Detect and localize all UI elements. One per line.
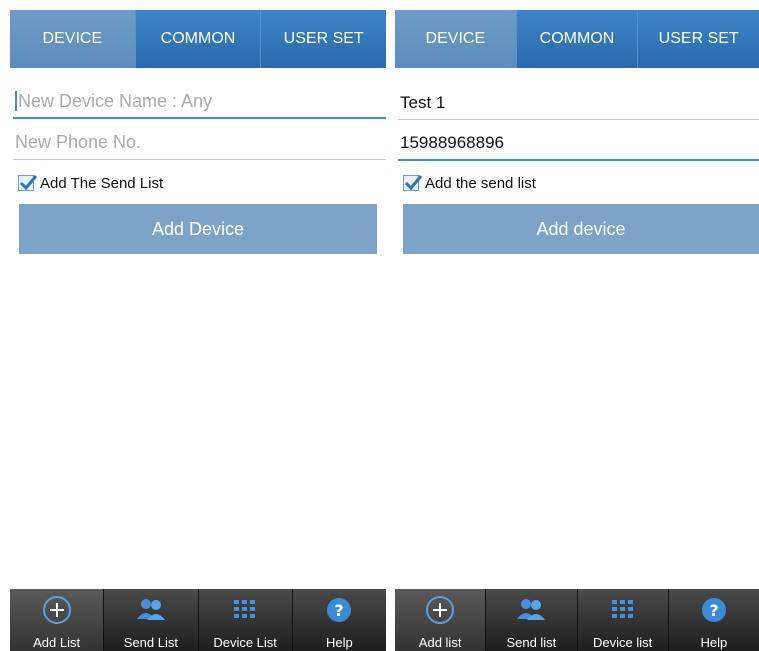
add-send-list-checkbox[interactable] (18, 175, 38, 191)
add-send-list-row[interactable]: Add The Send List (18, 171, 163, 195)
help-icon: ? (701, 595, 727, 625)
tab-device[interactable]: DEVICE (10, 10, 136, 68)
right-screen: DEVICE COMMON USER SET Test 1 1598896889… (395, 0, 759, 651)
nav-help[interactable]: ? Help (669, 589, 759, 651)
tab-user-set[interactable]: USER SET (261, 10, 386, 68)
add-device-label: Add device (536, 218, 626, 239)
device-name-placeholder: New Device Name : Any (18, 90, 213, 111)
device-name-value: Test 1 (400, 92, 446, 112)
plus-circle-icon (424, 595, 456, 625)
add-device-button[interactable]: Add device (403, 204, 759, 254)
tab-common[interactable]: COMMON (135, 10, 262, 68)
nav-add-list[interactable]: Add list (395, 589, 487, 651)
nav-help-label: Help (700, 635, 728, 650)
tab-bar: DEVICE COMMON USER SET (10, 10, 386, 68)
people-icon (135, 595, 167, 625)
tab-device[interactable]: DEVICE (395, 10, 517, 68)
tab-user-set[interactable]: USER SET (638, 10, 759, 68)
phone-number-input[interactable]: New Phone No. (13, 126, 386, 160)
plus-circle-icon (41, 595, 73, 625)
nav-send-list-label: Send list (506, 635, 557, 650)
phone-number-input[interactable]: 15988968896 (398, 127, 759, 161)
add-send-list-checkbox[interactable] (403, 175, 423, 191)
device-name-input[interactable]: Test 1 (398, 86, 759, 120)
nav-send-list-label: Send List (123, 635, 178, 650)
phone-number-value: 15988968896 (400, 133, 505, 152)
check-icon (404, 175, 423, 191)
svg-text:?: ? (709, 601, 718, 620)
grid-icon (233, 595, 257, 625)
bottom-nav: Add list Send list Device list ? Help (395, 589, 759, 651)
bottom-nav: Add List Send List Device List ? Help (10, 589, 386, 651)
add-device-label: Add Device (151, 218, 245, 239)
nav-add-list[interactable]: Add List (10, 589, 105, 651)
phone-number-placeholder: New Phone No. (15, 132, 142, 152)
add-send-list-row[interactable]: Add the send list (403, 171, 536, 195)
device-name-input[interactable]: New Device Name : Any (13, 85, 386, 119)
nav-device-list[interactable]: Device list (578, 589, 669, 651)
add-send-list-label: Add the send list (425, 174, 536, 192)
add-send-list-label: Add The Send List (40, 174, 164, 192)
nav-send-list[interactable]: Send list (486, 589, 578, 651)
svg-text:?: ? (335, 601, 344, 620)
nav-help-label: Help (326, 635, 353, 650)
left-screen: DEVICE COMMON USER SET New Device Name :… (10, 0, 386, 651)
nav-device-list-label: Device List (213, 635, 277, 650)
text-cursor (15, 91, 17, 111)
nav-add-list-label: Add list (418, 635, 462, 650)
tab-common[interactable]: COMMON (516, 10, 639, 68)
people-icon (515, 595, 547, 625)
nav-add-list-label: Add List (33, 635, 81, 650)
grid-icon (611, 595, 635, 625)
nav-help[interactable]: ? Help (293, 589, 386, 651)
add-device-button[interactable]: Add Device (19, 204, 377, 254)
nav-device-list[interactable]: Device List (199, 589, 293, 651)
nav-device-list-label: Device list (593, 635, 653, 650)
nav-send-list[interactable]: Send List (104, 589, 199, 651)
tab-bar: DEVICE COMMON USER SET (395, 10, 759, 68)
check-icon (19, 175, 38, 191)
help-icon: ? (326, 595, 352, 625)
